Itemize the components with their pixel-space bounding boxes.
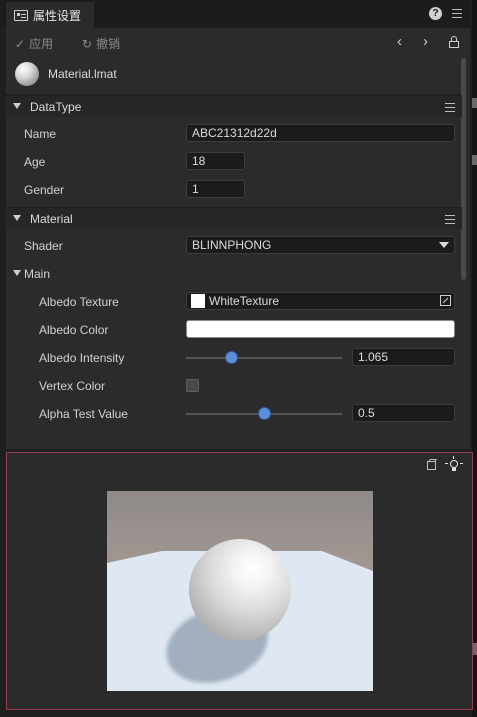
tab-title: 属性设置 (33, 8, 82, 23)
revert-icon: ↻ (82, 36, 93, 51)
shader-row: Shader BLINNPHONG (6, 232, 462, 260)
field-label: Alpha Test Value (39, 407, 128, 421)
help-icon[interactable]: ? (429, 7, 442, 20)
properties-panel: ✓ 应用 ↻ 撤销 ‹ › Material.lmat DataType Nam… (6, 28, 470, 449)
field-label: Vertex Color (39, 379, 106, 393)
field-label: Albedo Texture (39, 295, 119, 309)
edge-mark (472, 155, 477, 165)
edge-mark (472, 98, 477, 108)
check-icon: ✓ (15, 36, 26, 51)
slider-handle[interactable] (258, 407, 271, 420)
field-age-row: Age 18 (6, 148, 462, 176)
light-bulb-icon[interactable] (445, 456, 463, 471)
shader-dropdown[interactable]: BLINNPHONG (186, 236, 455, 254)
chevron-right-icon[interactable]: › (423, 34, 428, 49)
albedo-texture-row: Albedo Texture WhiteTexture (6, 288, 462, 316)
albedo-intensity-field[interactable]: 1.065 (352, 348, 455, 366)
field-gender-row: Gender 1 (6, 176, 462, 204)
field-label: Albedo Intensity (39, 351, 125, 365)
tab-properties[interactable]: 属性设置 (6, 2, 94, 28)
apply-button[interactable]: ✓ 应用 (15, 35, 53, 52)
texture-swatch (191, 294, 205, 308)
revert-button[interactable]: ↻ 撤销 (82, 35, 120, 52)
shader-value: BLINNPHONG (192, 238, 272, 252)
vertex-color-row: Vertex Color (6, 372, 462, 400)
asset-header: Material.lmat (6, 56, 462, 95)
main-group-header[interactable]: Main (6, 260, 462, 288)
field-label: Age (24, 155, 46, 169)
tab-bar: 属性设置 ? (0, 0, 470, 28)
menu-icon[interactable] (445, 215, 455, 224)
panel-icon (14, 9, 28, 21)
albedo-color-row: Albedo Color (6, 316, 462, 344)
chevron-down-icon (439, 242, 449, 248)
section-title: DataType (30, 100, 82, 114)
albedo-color-swatch[interactable] (186, 320, 455, 338)
texture-name: WhiteTexture (209, 294, 280, 308)
albedo-texture-field[interactable]: WhiteTexture (186, 292, 455, 310)
toolbar: ✓ 应用 ↻ 撤销 ‹ › (6, 28, 470, 56)
field-name-row: Name ABC21312d22d (6, 120, 462, 148)
age-field[interactable]: 18 (186, 152, 245, 170)
slider-handle[interactable] (225, 351, 239, 364)
menu-icon[interactable] (445, 103, 455, 112)
collapse-triangle-icon[interactable] (13, 270, 21, 276)
field-label: Name (24, 127, 57, 141)
collapse-triangle-icon[interactable] (13, 103, 21, 109)
gender-field[interactable]: 1 (186, 180, 245, 198)
section-datatype-header[interactable]: DataType (6, 95, 462, 117)
slider-track[interactable] (186, 357, 342, 359)
group-title: Main (24, 267, 51, 281)
preview-viewport[interactable] (107, 491, 373, 691)
lock-icon[interactable] (449, 36, 459, 48)
revert-label: 撤销 (96, 37, 121, 51)
section-material-header[interactable]: Material (6, 207, 462, 229)
menu-icon[interactable] (452, 9, 462, 18)
preview-sphere (189, 539, 291, 641)
vertex-color-checkbox[interactable] (186, 379, 199, 392)
material-preview-panel (6, 452, 473, 710)
eyedropper-icon[interactable] (440, 295, 451, 306)
field-label: Albedo Color (39, 323, 109, 337)
albedo-intensity-row: Albedo Intensity 1.065 (6, 344, 462, 372)
section-title: Material (30, 212, 73, 226)
collapse-triangle-icon[interactable] (13, 215, 21, 221)
alpha-test-field[interactable]: 0.5 (352, 404, 455, 422)
field-label: Gender (24, 183, 65, 197)
name-field[interactable]: ABC21312d22d (186, 124, 455, 142)
alpha-test-row: Alpha Test Value 0.5 (6, 400, 462, 428)
field-label: Shader (24, 239, 63, 253)
apply-label: 应用 (29, 37, 54, 51)
chevron-left-icon[interactable]: ‹ (397, 34, 402, 49)
asset-name: Material.lmat (48, 67, 117, 81)
material-sphere-icon (15, 62, 39, 86)
cube-icon[interactable] (426, 459, 438, 471)
